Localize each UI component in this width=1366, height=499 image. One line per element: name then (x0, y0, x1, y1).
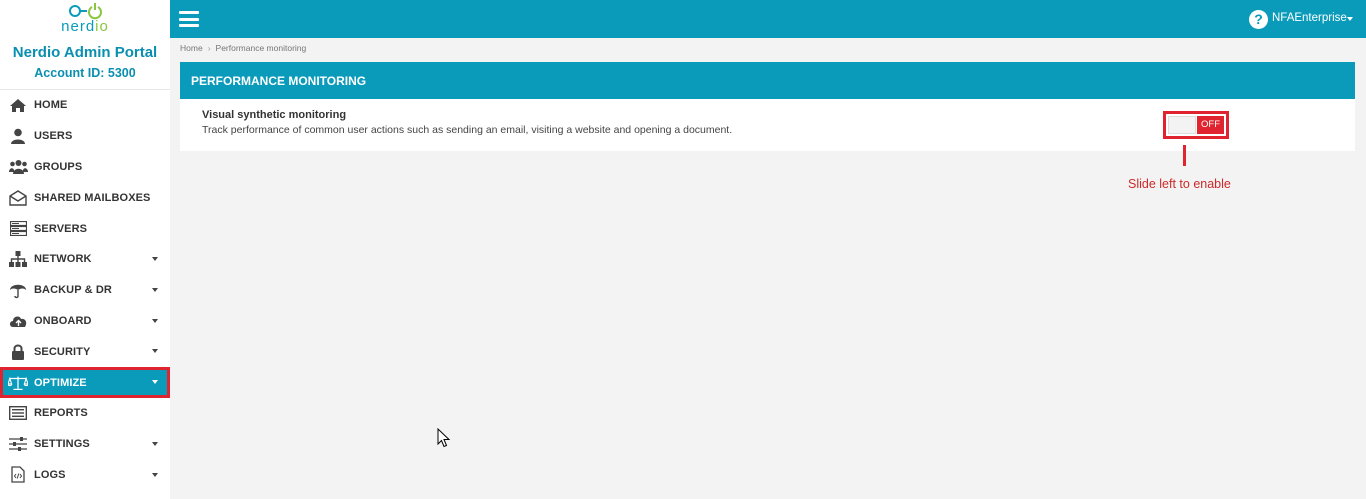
sidebar-item-label: USERS (34, 130, 73, 143)
lock-icon (8, 343, 28, 361)
sidebar-item-label: SHARED MAILBOXES (34, 191, 151, 204)
breadcrumb-home[interactable]: Home (180, 43, 203, 53)
toggle-state-label: OFF (1197, 116, 1224, 134)
sidebar-item-logs[interactable]: LOGS (0, 460, 170, 491)
sliders-icon (8, 435, 28, 453)
sidebar-item-optimize[interactable]: OPTIMIZE (0, 367, 170, 398)
panel-header: PERFORMANCE MONITORING (180, 62, 1355, 99)
sidebar-item-shared-mailboxes[interactable]: SHARED MAILBOXES (0, 182, 170, 213)
sidebar-item-home[interactable]: HOME (0, 90, 170, 121)
sidebar-item-label: HOME (34, 99, 68, 112)
chevron-down-icon (152, 441, 158, 446)
brand-header: nerdio Nerdio Admin Portal Account ID: 5… (0, 0, 170, 90)
mailbox-icon (8, 189, 28, 207)
mouse-cursor-icon (437, 427, 451, 453)
top-bar: ? NFAEnterprise (170, 0, 1366, 38)
network-icon (8, 250, 28, 268)
sidebar: nerdio Nerdio Admin Portal Account ID: 5… (0, 0, 170, 499)
home-icon (8, 96, 28, 114)
callout-connector (1183, 145, 1186, 166)
sidebar-item-settings[interactable]: SETTINGS (0, 429, 170, 460)
chevron-down-icon (152, 380, 158, 385)
sidebar-item-groups[interactable]: GROUPS (0, 152, 170, 183)
user-menu-caret-icon[interactable] (1347, 17, 1353, 21)
scale-icon (8, 374, 28, 392)
sidebar-item-label: SECURITY (34, 345, 91, 358)
sidebar-item-label: GROUPS (34, 160, 83, 173)
cloud-upload-icon (8, 312, 28, 330)
sidebar-item-reports[interactable]: REPORTS (0, 398, 170, 429)
performance-monitoring-panel: PERFORMANCE MONITORING Visual synthetic … (180, 62, 1355, 151)
toggle-knob[interactable] (1168, 116, 1196, 134)
setting-title: Visual synthetic monitoring (202, 109, 347, 121)
logo-wordmark: nerdio (61, 18, 109, 35)
sidebar-item-label: OPTIMIZE (34, 376, 87, 389)
monitoring-toggle[interactable]: OFF (1163, 111, 1229, 139)
report-icon (8, 404, 28, 422)
user-menu[interactable]: NFAEnterprise (1272, 12, 1347, 24)
sidebar-item-label: LOGS (34, 468, 66, 481)
breadcrumb-separator: › (207, 43, 211, 53)
panel-title: PERFORMANCE MONITORING (191, 73, 367, 88)
sidebar-item-security[interactable]: SECURITY (0, 336, 170, 367)
chevron-down-icon (152, 287, 158, 292)
code-file-icon (8, 466, 28, 484)
chevron-down-icon (152, 472, 158, 477)
umbrella-icon (8, 281, 28, 299)
sidebar-nav: HOME USERS GROUPS SHARED MAILBOXES SERVE… (0, 90, 170, 490)
breadcrumb: Home › Performance monitoring (180, 43, 306, 53)
sidebar-item-label: BACKUP & DR (34, 284, 112, 297)
account-id: Account ID: 5300 (34, 66, 136, 80)
sidebar-item-onboard[interactable]: ONBOARD (0, 306, 170, 337)
breadcrumb-current: Performance monitoring (215, 43, 307, 53)
setting-description: Track performance of common user actions… (202, 124, 733, 136)
help-icon[interactable]: ? (1249, 10, 1268, 29)
chevron-down-icon (152, 256, 158, 261)
menu-toggle-icon[interactable] (179, 11, 199, 27)
user-icon (8, 127, 28, 145)
sidebar-item-label: SETTINGS (34, 438, 90, 451)
portal-name: Nerdio Admin Portal (12, 44, 158, 61)
sidebar-item-label: NETWORK (34, 253, 92, 266)
callout-text: Slide left to enable (1128, 177, 1231, 191)
sidebar-item-backup-dr[interactable]: BACKUP & DR (0, 275, 170, 306)
server-icon (8, 220, 28, 238)
sidebar-item-label: SERVERS (34, 222, 88, 235)
sidebar-item-label: ONBOARD (34, 314, 92, 327)
chevron-down-icon (152, 349, 158, 354)
nerdio-logo[interactable]: nerdio (0, 2, 170, 36)
sidebar-item-network[interactable]: NETWORK (0, 244, 170, 275)
group-icon (8, 158, 28, 176)
sidebar-item-servers[interactable]: SERVERS (0, 213, 170, 244)
chevron-down-icon (152, 318, 158, 323)
sidebar-item-label: REPORTS (34, 407, 88, 420)
sidebar-item-users[interactable]: USERS (0, 121, 170, 152)
